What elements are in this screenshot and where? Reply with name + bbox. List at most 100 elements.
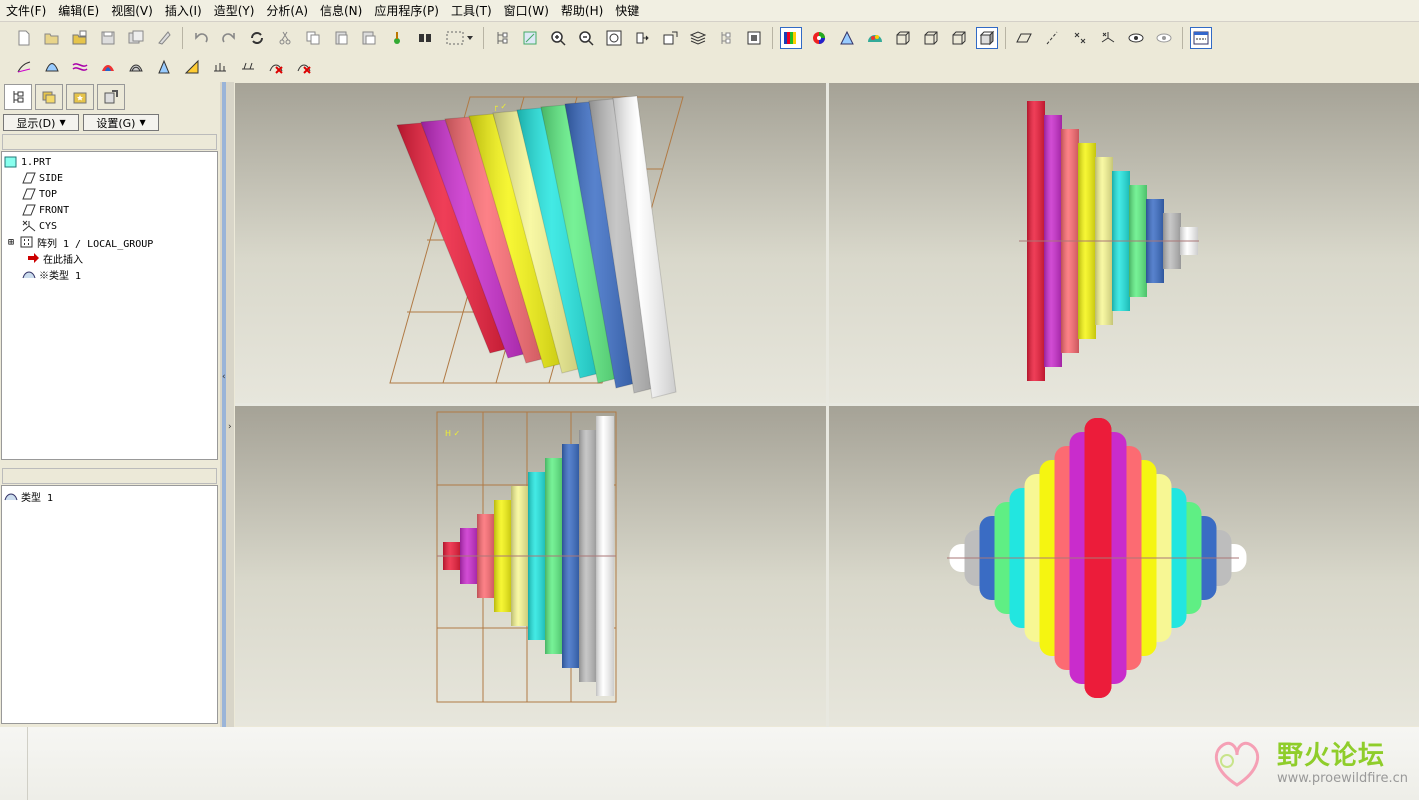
datum-plane-icon[interactable] bbox=[1013, 27, 1035, 49]
menu-analysis[interactable]: 分析(A) bbox=[260, 2, 314, 19]
repaint-icon[interactable] bbox=[519, 27, 541, 49]
tree-item-part[interactable]: 1.PRT bbox=[4, 154, 51, 170]
style-icon bbox=[22, 268, 36, 280]
coord-sys-icon[interactable] bbox=[1097, 27, 1119, 49]
datum-point-icon[interactable] bbox=[1069, 27, 1091, 49]
dihedral-icon[interactable] bbox=[209, 56, 231, 78]
collapse-icon[interactable]: ‹ bbox=[222, 372, 226, 382]
refit-icon[interactable] bbox=[603, 27, 625, 49]
main-toolbar bbox=[0, 24, 1419, 52]
zoom-out-icon[interactable] bbox=[575, 27, 597, 49]
toggle-display-icon[interactable] bbox=[1190, 27, 1212, 49]
logo-text: 野火论坛 bbox=[1277, 741, 1386, 771]
wireframe-icon[interactable] bbox=[892, 27, 914, 49]
hidden-line-icon[interactable] bbox=[920, 27, 942, 49]
copy-icon[interactable] bbox=[302, 27, 324, 49]
menu-applications[interactable]: 应用程序(P) bbox=[368, 2, 445, 19]
regenerate-icon[interactable] bbox=[246, 27, 268, 49]
layer-tree[interactable]: 类型 1 bbox=[1, 485, 218, 724]
tree-item-side[interactable]: SIDE bbox=[22, 170, 63, 186]
menu-info[interactable]: 信息(N) bbox=[314, 2, 368, 19]
view-manager-icon[interactable] bbox=[743, 27, 765, 49]
tree-item-style[interactable]: ※类型 1 bbox=[22, 266, 81, 282]
expand-icon[interactable]: ⊞ bbox=[8, 237, 20, 248]
zoom-in-icon[interactable] bbox=[547, 27, 569, 49]
tree-item-label: 在此插入 bbox=[43, 254, 83, 266]
hide-analysis-icon[interactable] bbox=[293, 56, 315, 78]
save-icon[interactable] bbox=[97, 27, 119, 49]
save-copy-icon[interactable] bbox=[125, 27, 147, 49]
perspective-icon[interactable] bbox=[836, 27, 858, 49]
viewport-right[interactable] bbox=[829, 406, 1419, 726]
slope-icon[interactable] bbox=[181, 56, 203, 78]
folder-icon bbox=[42, 91, 56, 104]
connections-tab[interactable] bbox=[97, 84, 125, 110]
viewport-front[interactable] bbox=[829, 83, 1419, 403]
expand-icon[interactable]: › bbox=[228, 422, 232, 432]
tree-item-top[interactable]: TOP bbox=[22, 186, 57, 202]
find-icon[interactable] bbox=[414, 27, 436, 49]
viewport-3d[interactable]: ┌ ✓ bbox=[235, 83, 826, 403]
model-tree[interactable]: 1.PRT SIDE TOP FRONT CYS ⊞ 阵列 1 / LOCAL_… bbox=[1, 151, 218, 460]
menu-model[interactable]: 造型(Y) bbox=[208, 2, 261, 19]
tree-item-pattern[interactable]: ⊞ 阵列 1 / LOCAL_GROUP bbox=[8, 234, 153, 250]
reflection-icon[interactable] bbox=[125, 56, 147, 78]
new-icon[interactable] bbox=[13, 27, 35, 49]
menu-edit[interactable]: 编辑(E) bbox=[52, 2, 105, 19]
draft-icon[interactable] bbox=[153, 56, 175, 78]
curvature-icon[interactable] bbox=[13, 56, 35, 78]
saved-views-icon[interactable] bbox=[659, 27, 681, 49]
layers-icon[interactable] bbox=[687, 27, 709, 49]
delete-analysis-icon[interactable] bbox=[265, 56, 287, 78]
appearance-icon[interactable] bbox=[780, 27, 802, 49]
select-box-icon[interactable] bbox=[442, 27, 476, 49]
menu-tools[interactable]: 工具(T) bbox=[445, 2, 498, 19]
datum-axis-icon[interactable] bbox=[1041, 27, 1063, 49]
tree-item-front[interactable]: FRONT bbox=[22, 202, 69, 218]
toolbar-separator bbox=[1005, 27, 1006, 49]
favorites-tab[interactable] bbox=[66, 84, 94, 110]
no-hidden-icon[interactable] bbox=[948, 27, 970, 49]
menu-help[interactable]: 帮助(H) bbox=[555, 2, 609, 19]
tree-item-cys[interactable]: CYS bbox=[22, 218, 57, 234]
display-dropdown[interactable]: 显示(D) ▼ bbox=[3, 114, 79, 131]
part-icon bbox=[4, 156, 18, 168]
tree-item-insert-here[interactable]: 在此插入 bbox=[26, 250, 83, 266]
spin-center-icon[interactable] bbox=[1125, 27, 1147, 49]
paste-icon[interactable] bbox=[330, 27, 352, 49]
folder-browser-tab[interactable] bbox=[35, 84, 63, 110]
tree-item-label: 1.PRT bbox=[21, 156, 52, 168]
offset-icon[interactable] bbox=[69, 56, 91, 78]
open-icon[interactable] bbox=[41, 27, 63, 49]
cut-icon[interactable] bbox=[274, 27, 296, 49]
color-wheel-icon[interactable] bbox=[808, 27, 830, 49]
model-tree-icon[interactable] bbox=[715, 27, 737, 49]
model-player-icon[interactable] bbox=[386, 27, 408, 49]
model-tree-tab[interactable] bbox=[4, 84, 32, 110]
shading-icon[interactable] bbox=[976, 27, 998, 49]
reorient-icon[interactable] bbox=[631, 27, 653, 49]
tree-icon[interactable] bbox=[491, 27, 513, 49]
menu-window[interactable]: 窗口(W) bbox=[498, 2, 555, 19]
menu-shortcuts[interactable]: 快键 bbox=[609, 2, 645, 19]
show-icon[interactable] bbox=[1153, 27, 1175, 49]
viewport-top[interactable]: H ✓ bbox=[235, 406, 826, 726]
undo-icon[interactable] bbox=[190, 27, 212, 49]
tree-item-style[interactable]: 类型 1 bbox=[4, 488, 53, 504]
toolbar-separator bbox=[1182, 27, 1183, 49]
menu-view[interactable]: 视图(V) bbox=[105, 2, 159, 19]
render-icon[interactable] bbox=[864, 27, 886, 49]
status-separator bbox=[27, 727, 28, 800]
erase-icon[interactable] bbox=[153, 27, 175, 49]
menu-file[interactable]: 文件(F) bbox=[0, 2, 52, 19]
style-icon bbox=[4, 490, 18, 502]
deviation-icon[interactable] bbox=[237, 56, 259, 78]
open-session-icon[interactable] bbox=[69, 27, 91, 49]
paste-special-icon[interactable] bbox=[358, 27, 380, 49]
shaded-curvature-icon[interactable] bbox=[97, 56, 119, 78]
redo-icon[interactable] bbox=[218, 27, 240, 49]
menu-insert[interactable]: 插入(I) bbox=[159, 2, 208, 19]
settings-dropdown[interactable]: 设置(G) ▼ bbox=[83, 114, 159, 131]
panel-splitter[interactable]: ‹ › bbox=[220, 82, 234, 727]
section-icon[interactable] bbox=[41, 56, 63, 78]
